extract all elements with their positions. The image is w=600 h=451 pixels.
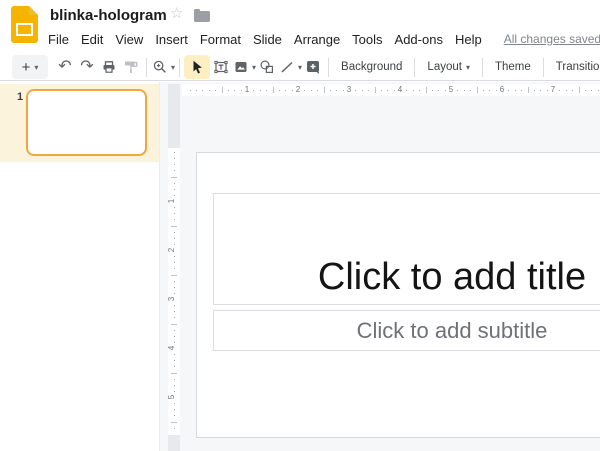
toolbar-separator	[482, 58, 483, 77]
image-icon	[232, 58, 250, 76]
menu-view[interactable]: View	[115, 32, 143, 47]
comment-icon	[304, 58, 322, 76]
save-status[interactable]: All changes saved in Drive	[504, 32, 600, 46]
menu-arrange[interactable]: Arrange	[294, 32, 340, 47]
vertical-ruler[interactable]: 12345	[168, 148, 180, 435]
text-box-icon	[212, 58, 230, 76]
layout-button[interactable]: Layout ▾	[419, 55, 478, 79]
print-button[interactable]	[98, 55, 120, 79]
toolbar: + ▾ ↶ ↷ ▾	[0, 54, 600, 81]
slides-logo-inner	[16, 23, 33, 36]
menu-slide[interactable]: Slide	[253, 32, 282, 47]
chevron-down-icon: ▾	[171, 63, 175, 72]
menu-help[interactable]: Help	[455, 32, 482, 47]
editor-canvas: 1234567 12345 Click to add title Click t…	[160, 82, 600, 451]
menu-tools[interactable]: Tools	[352, 32, 382, 47]
slides-logo-icon[interactable]	[11, 6, 38, 43]
redo-icon: ↷	[80, 59, 93, 75]
theme-button[interactable]: Theme	[487, 55, 539, 79]
shape-icon	[258, 58, 276, 76]
slide-page[interactable]: Click to add title Click to add subtitle	[196, 152, 600, 438]
paint-format-button[interactable]	[120, 55, 142, 79]
menu-items: File Edit View Insert Format Slide Arrange Tool…	[48, 32, 494, 47]
line-icon	[278, 58, 296, 76]
insert-comment-button[interactable]	[302, 55, 324, 79]
toolbar-separator	[179, 58, 180, 77]
layout-button-label: Layout	[427, 61, 462, 73]
toolbar-separator	[543, 58, 544, 77]
background-button[interactable]: Background	[333, 55, 410, 79]
subtitle-placeholder[interactable]: Click to add subtitle	[213, 310, 600, 351]
menu-insert[interactable]: Insert	[155, 32, 188, 47]
transition-button[interactable]: Transition	[548, 55, 600, 79]
menu-bar: File Edit View Insert Format Slide Arrange Tool…	[48, 30, 600, 48]
zoom-button[interactable]: ▾	[151, 55, 175, 79]
print-icon	[100, 58, 118, 76]
text-box-button[interactable]	[210, 55, 232, 79]
title-placeholder[interactable]: Click to add title	[213, 193, 600, 305]
google-slides-app: blinka-hologram ☆ File Edit View Insert Form…	[0, 0, 600, 451]
redo-button[interactable]: ↷	[76, 55, 98, 79]
filmstrip-selected-row: 1	[0, 84, 159, 162]
slide-thumbnail[interactable]	[26, 89, 147, 156]
new-slide-button[interactable]: + ▾	[12, 55, 48, 79]
plus-icon: +	[22, 59, 31, 76]
toolbar-separator	[414, 58, 415, 77]
folder-icon[interactable]	[194, 11, 210, 22]
select-tool-button[interactable]	[184, 55, 210, 79]
horizontal-ruler[interactable]: 1234567	[182, 84, 600, 96]
star-icon[interactable]: ☆	[170, 5, 183, 23]
slide-number: 1	[17, 91, 23, 103]
menu-format[interactable]: Format	[200, 32, 241, 47]
menu-edit[interactable]: Edit	[81, 32, 103, 47]
undo-button[interactable]: ↶	[54, 55, 76, 79]
shape-button[interactable]	[256, 55, 278, 79]
chevron-down-icon: ▾	[34, 63, 38, 72]
zoom-icon	[151, 58, 169, 76]
chevron-down-icon: ▾	[466, 63, 470, 72]
menu-file[interactable]: File	[48, 32, 69, 47]
slide-filmstrip: 1	[0, 82, 160, 451]
toolbar-separator	[328, 58, 329, 77]
undo-icon: ↶	[58, 59, 71, 75]
select-arrow-icon	[188, 58, 206, 76]
paint-format-icon	[122, 58, 140, 76]
toolbar-separator	[146, 58, 147, 77]
menu-addons[interactable]: Add-ons	[395, 32, 443, 47]
insert-image-button[interactable]: ▾	[232, 55, 256, 79]
document-title[interactable]: blinka-hologram	[50, 7, 167, 24]
line-tool-button[interactable]: ▾	[278, 55, 302, 79]
